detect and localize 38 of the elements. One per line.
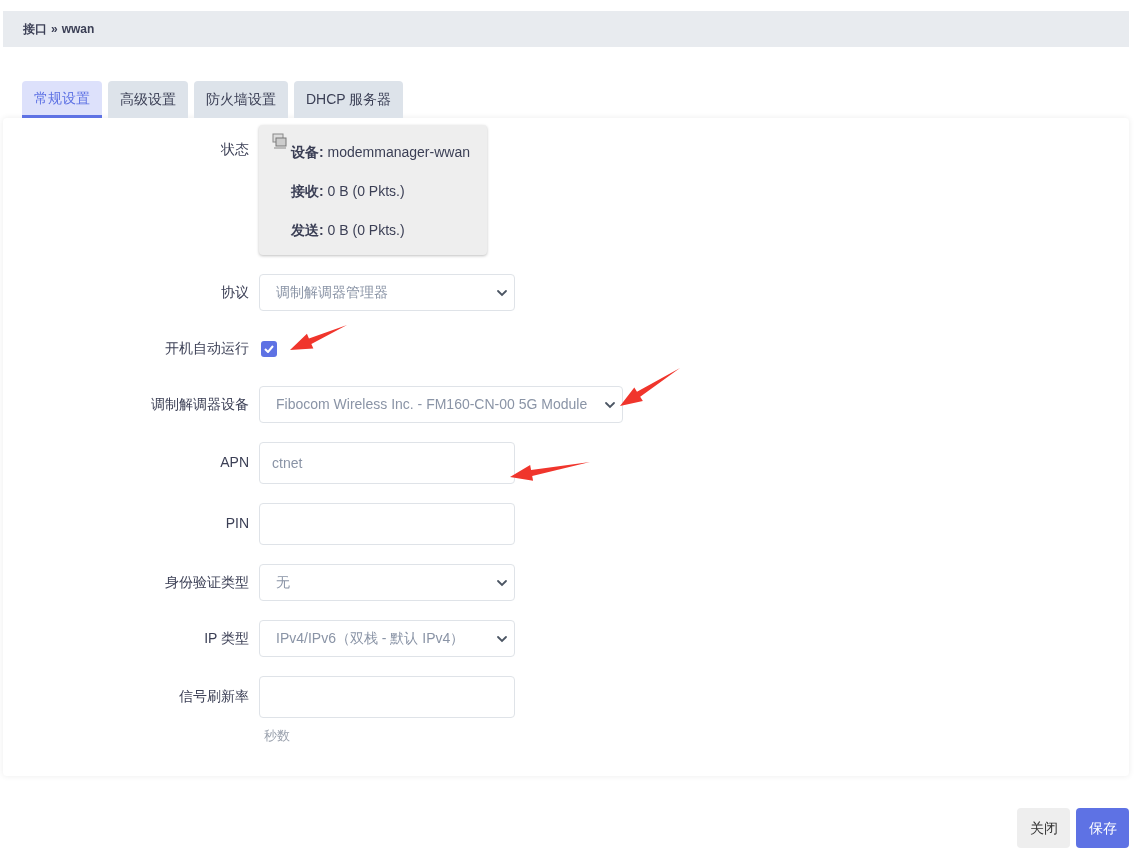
field-hint: 秒数: [264, 727, 290, 745]
chevron-down-icon: [496, 288, 508, 297]
field-label: IP 类型: [204, 629, 249, 648]
breadcrumb-item: »: [51, 21, 58, 38]
tab[interactable]: DHCP 服务器: [294, 81, 404, 118]
chevron-down-icon: [496, 578, 508, 587]
chevron-down-icon: [604, 400, 616, 409]
status-line: 接收: 0 B (0 Pkts.): [291, 182, 406, 201]
annotation-arrow: [290, 325, 347, 350]
tab[interactable]: 高级设置: [108, 81, 188, 118]
dropdown-select[interactable]: Fibocom Wireless Inc. - FM160-CN-00 5G Module: [259, 386, 623, 423]
breadcrumb-item: wwan: [61, 21, 95, 38]
field-label: 调制解调器设备: [151, 395, 249, 414]
checkbox[interactable]: [261, 340, 277, 357]
field-label: 开机自动运行: [165, 339, 249, 358]
dropdown-select[interactable]: 调制解调器管理器: [259, 274, 515, 311]
text-input-field[interactable]: [259, 503, 515, 545]
chevron-down-icon: [496, 634, 508, 643]
field-label: 身份验证类型: [165, 573, 249, 592]
text-input-field[interactable]: [259, 676, 515, 718]
network-device-icon: [272, 133, 288, 151]
tab[interactable]: 防火墙设置: [194, 81, 288, 118]
field-label: 协议: [221, 283, 249, 302]
checkmark-icon: [264, 344, 274, 353]
field-label: APN: [220, 453, 249, 472]
field-label: PIN: [225, 514, 249, 533]
status-line: 设备: modemmanager-wwan: [291, 143, 471, 162]
status-line: 发送: 0 B (0 Pkts.): [291, 221, 406, 240]
save-button[interactable]: 保存: [1076, 808, 1129, 848]
tab[interactable]: 常规设置: [22, 81, 102, 118]
field-label: 信号刷新率: [179, 687, 249, 706]
text-input-field[interactable]: ctnet: [259, 442, 515, 484]
field-label: 状态: [221, 140, 249, 159]
close-button[interactable]: 关闭: [1017, 808, 1070, 848]
breadcrumb-item[interactable]: 接口: [23, 20, 47, 38]
dropdown-select[interactable]: IPv4/IPv6（双栈 - 默认 IPv4）: [259, 620, 515, 657]
annotation-arrow: [620, 368, 680, 406]
dropdown-select[interactable]: 无: [259, 564, 515, 601]
